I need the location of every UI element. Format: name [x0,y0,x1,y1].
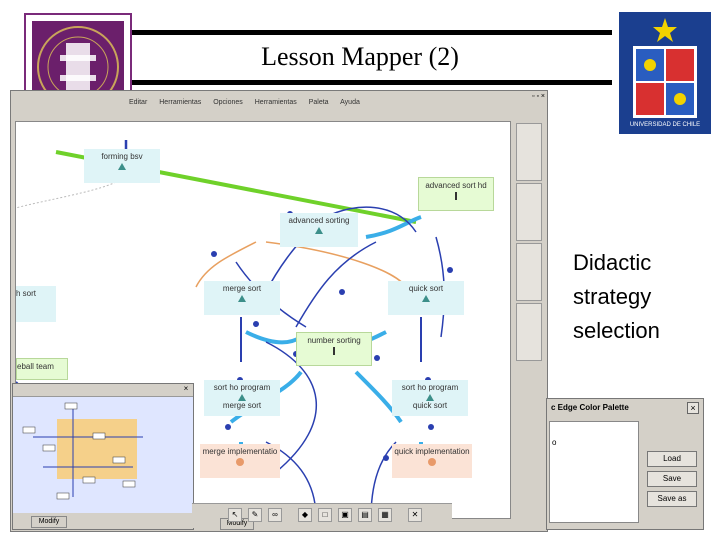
overview-status-bar: Modify [13,513,193,529]
save-button[interactable]: Save [647,471,697,487]
node-label: eball team [17,362,54,371]
copy-icon[interactable]: ▣ [338,508,352,522]
node-number-sorting[interactable]: number sorting [296,332,372,366]
node-marker-icon [422,295,430,302]
node-sublabel: merge sort [222,401,262,410]
node-marker-icon [333,347,335,355]
node-marker-icon [236,458,244,466]
slide-title: Lesson Mapper (2) [261,42,459,71]
node-merge-implementation[interactable]: merge implementatio [200,444,280,478]
save-disk-icon[interactable]: ▦ [378,508,392,522]
node-merge-sort[interactable]: merge sort [204,281,280,315]
overview-map[interactable] [13,397,193,513]
node-sort-program-left[interactable]: sort ho program merge sort [204,380,280,416]
edit-node-icon[interactable]: ◆ [298,508,312,522]
menu-item-2[interactable]: Herramientas [159,99,201,106]
universidad-de-chile-logo: UNIVERSIDAD DE CHILE [619,12,711,134]
palette-button-4[interactable] [516,303,542,361]
node-label: merge sort [222,284,262,293]
node-sorting-bsv[interactable]: forming bsv [84,149,160,183]
edge-palette-list[interactable]: o [549,421,639,523]
menu-bar: Editar Herramientas Opciones Herramienta… [11,99,629,115]
node-marker-icon [315,227,323,234]
load-button[interactable]: Load [647,451,697,467]
header-rule-bottom [128,80,612,85]
menu-item-5[interactable]: Herramientas [255,99,297,106]
node-advanced-sorting[interactable]: advanced sorting [280,213,358,247]
node-label: sort ho program [213,383,271,392]
header-rule-top [128,30,612,35]
edge-color-palette-window: c Edge Color Palette × o Load Save Save … [546,398,704,530]
edge-palette-list-item[interactable]: o [550,422,638,447]
slide-side-text: Didactic strategy selection [573,246,660,348]
node-marker-icon [428,458,436,466]
node-palette [513,121,545,521]
node-marker-icon [118,163,126,170]
node-sublabel: quick sort [412,401,448,410]
node-marker-icon [426,394,434,401]
side-text-line-3: selection [573,318,660,343]
menu-item-1[interactable]: Editar [129,99,147,106]
node-label: sort ho program [401,383,459,392]
edge-palette-close-button[interactable]: × [687,402,699,414]
node-quick-implementation[interactable]: quick implementation [392,444,472,478]
logo-caption: UNIVERSIDAD DE CHILE [629,122,701,128]
node-marker-icon [455,192,457,200]
node-quick-sort[interactable]: quick sort [388,281,464,315]
node-marker-icon [238,394,246,401]
menu-item-4[interactable]: Opciones [213,99,243,106]
side-text-line-2: strategy [573,284,652,309]
node-label: forming bsv [101,152,143,161]
palette-button-3[interactable] [516,243,542,301]
edge-palette-title: c Edge Color Palette [551,403,629,412]
menu-item-7[interactable]: Ayuda [340,99,360,106]
new-node-icon[interactable]: □ [318,508,332,522]
overview-close-button[interactable]: × [182,385,190,393]
node-marker-icon [238,295,246,302]
window-controls[interactable]: ▫ ▫ × [532,93,545,100]
node-label: quick sort [408,284,444,293]
node-label: advanced sorting [288,216,350,225]
overview-modify-button[interactable]: Modify [31,516,67,528]
node-label: quick implementation [394,447,470,456]
overview-thumbnail [22,402,143,500]
pencil-icon[interactable]: ✎ [248,508,262,522]
link-icon[interactable]: ∞ [268,508,282,522]
node-label: advanced sort hd [425,181,487,190]
save-as-button[interactable]: Save as [647,491,697,507]
menu-item-6[interactable]: Paleta [309,99,329,106]
node-sort-program-right[interactable]: sort ho program quick sort [392,380,468,416]
palette-button-1[interactable] [516,123,542,181]
overview-titlebar [13,384,193,397]
node-label: number sorting [307,336,361,345]
tool-bar: Modify ↖ ✎ ∞ ◆ □ ▣ ▤ ▦ ✕ [192,503,452,530]
node-advanced-sort-hd[interactable]: advanced sort hd [418,177,494,211]
overview-window: × Modify [12,383,194,530]
node-left-cut-top[interactable]: h sort [16,286,56,322]
side-text-line-1: Didactic [573,250,652,275]
node-left-cut-bottom[interactable]: eball team [16,358,68,380]
open-folder-icon[interactable]: ▤ [358,508,372,522]
palette-button-2[interactable] [516,183,542,241]
node-label: h sort [16,289,37,298]
tools-icon[interactable]: ✕ [408,508,422,522]
select-arrow-icon[interactable]: ↖ [228,508,242,522]
node-label: merge implementatio [202,447,278,456]
